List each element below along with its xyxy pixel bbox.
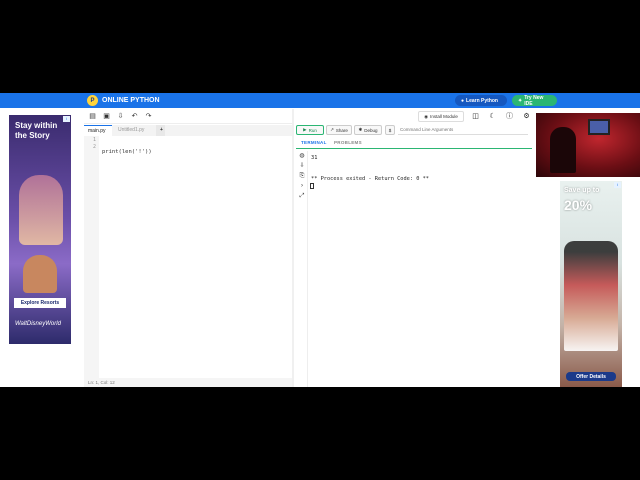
play-icon: ▶	[303, 127, 307, 132]
top-navbar: P ONLINE PYTHON ● Learn Python ✦ Try New…	[0, 93, 640, 108]
redo-icon[interactable]: ↷	[144, 112, 153, 121]
terminal-tabs: TERMINAL PROBLEMS	[296, 139, 532, 149]
code-line[interactable]: print(len('ǃ'))	[102, 149, 152, 155]
share-button[interactable]: ↗ Share	[326, 125, 352, 135]
ad-photo	[564, 241, 618, 351]
tab-terminal[interactable]: TERMINAL	[301, 140, 327, 145]
pane-splitter[interactable]	[292, 109, 294, 387]
run-button[interactable]: ▶ Run	[296, 125, 324, 135]
right-ad-banner[interactable]: i Save up to 20% Offer Details	[560, 181, 622, 387]
terminal-icon[interactable]: ›	[298, 182, 306, 190]
download-icon[interactable]: ⇩	[116, 112, 125, 121]
dark-mode-icon[interactable]: ☾	[488, 112, 497, 121]
ad-illustration	[19, 175, 63, 245]
share-label: Share	[335, 127, 348, 133]
info-icon[interactable]: ⓘ	[505, 112, 514, 121]
debug-label: Debug	[364, 127, 378, 133]
python-logo-icon: P	[87, 95, 98, 106]
command-line-arguments-input[interactable]	[398, 125, 528, 135]
terminal-output[interactable]: 31 ** Process exited - Return Code: 0 **	[311, 155, 429, 183]
left-ad-banner[interactable]: i Stay within the Story Explore Resorts …	[9, 115, 71, 344]
ad-photo	[23, 255, 57, 293]
tab-untitled1-py[interactable]: Untitled1.py	[114, 125, 152, 136]
learn-python-button[interactable]: ● Learn Python	[455, 95, 507, 106]
copy-icon[interactable]: ⎘	[298, 172, 306, 180]
offer-details-button[interactable]: Offer Details	[566, 372, 616, 381]
open-file-icon[interactable]: ▤	[88, 112, 97, 121]
debug-button[interactable]: ✱ Debug	[354, 125, 382, 135]
package-icon: ◉	[424, 113, 429, 119]
file-tabs: main.py Untitled1.py +	[84, 125, 292, 136]
save-icon[interactable]: ▣	[102, 112, 111, 121]
book-icon: ●	[461, 97, 465, 104]
share-icon: ↗	[330, 127, 334, 132]
terminal-cursor	[310, 183, 314, 189]
webcam-person	[550, 127, 576, 173]
install-module-button[interactable]: ◉ Install Module	[418, 111, 464, 122]
try-new-ide-label: Try New IDE	[524, 94, 544, 107]
add-tab-button[interactable]: +	[156, 125, 165, 136]
run-label: Run	[308, 127, 317, 133]
shell-button[interactable]: $	[385, 125, 395, 135]
learn-python-label: Learn Python	[466, 97, 498, 104]
expand-icon[interactable]: ⤢	[298, 192, 306, 200]
ad-discount: 20%	[564, 197, 593, 213]
line-number: 1	[92, 137, 96, 143]
webcam-monitor	[588, 119, 610, 135]
ad-headline: Stay within the Story	[15, 121, 58, 140]
brand[interactable]: P ONLINE PYTHON	[87, 94, 160, 107]
ad-choices-icon[interactable]: i	[614, 182, 621, 188]
layout-icon[interactable]: ◫	[471, 112, 480, 121]
run-toolbar: ▶ Run ↗ Share ✱ Debug $	[294, 124, 534, 137]
webcam-overlay	[536, 113, 640, 177]
bug-icon: ✱	[358, 127, 363, 132]
explore-resorts-button[interactable]: Explore Resorts	[14, 298, 66, 308]
download-output-icon[interactable]: ⇩	[298, 162, 306, 170]
line-gutter: 1 2	[84, 136, 99, 379]
editor-toolbar: ▤ ▣ ⇩ ↶ ↷	[84, 109, 292, 124]
ide-tools: ◉ Install Module ◫ ☾ ⓘ ⚙	[418, 110, 536, 123]
editor-status: Ln: 1, Col: 12	[84, 378, 292, 387]
clear-icon[interactable]: ◍	[298, 152, 306, 160]
ad-headline: Save up to	[564, 187, 600, 194]
line-number: 2	[92, 144, 96, 150]
undo-icon[interactable]: ↶	[130, 112, 139, 121]
ad-fine-print	[564, 215, 618, 229]
settings-icon[interactable]: ⚙	[522, 112, 531, 121]
code-editor[interactable]: print(len('ǃ'))	[102, 137, 152, 179]
app-viewport: P ONLINE PYTHON ● Learn Python ✦ Try New…	[0, 93, 640, 387]
tab-problems[interactable]: PROBLEMS	[334, 140, 362, 145]
sparkle-icon: ✦	[518, 97, 523, 104]
tab-main-py[interactable]: main.py	[84, 125, 112, 136]
ad-brand: WaltDisneyWorld	[15, 321, 61, 327]
brand-title: ONLINE PYTHON	[102, 97, 160, 104]
install-module-label: Install Module	[430, 114, 458, 119]
try-new-ide-button[interactable]: ✦ Try New IDE	[512, 94, 557, 107]
terminal-sidebar: ◍ ⇩ ⎘ › ⤢	[296, 151, 308, 387]
